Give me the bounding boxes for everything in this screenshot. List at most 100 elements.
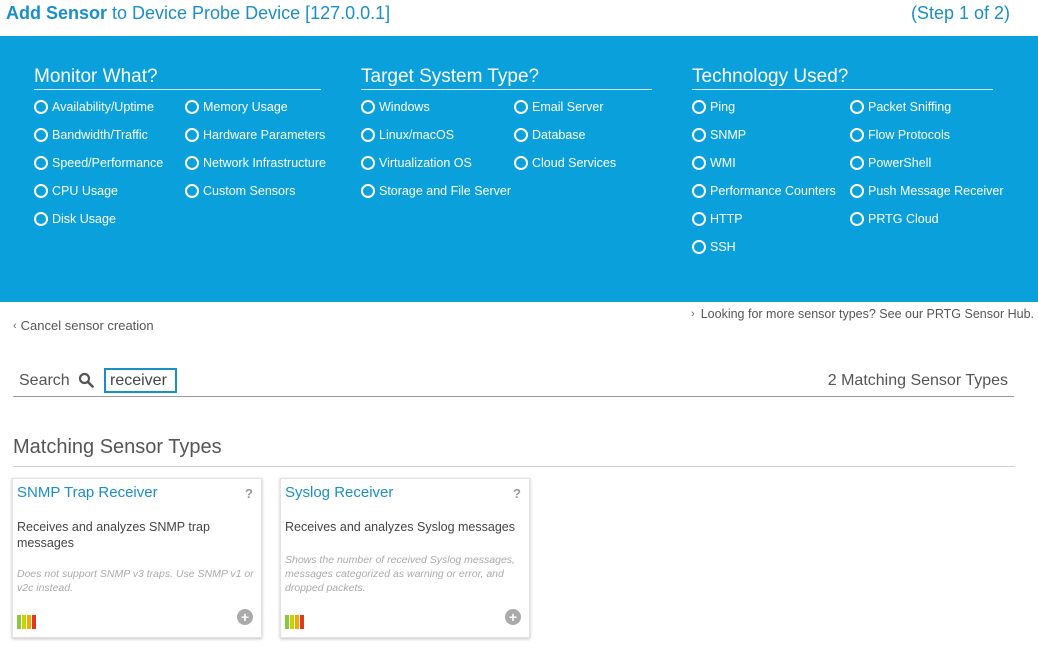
option-virtualization-os[interactable]: Virtualization OS: [361, 156, 472, 170]
option-snmp[interactable]: SNMP: [692, 128, 746, 142]
radio-icon: [361, 156, 375, 170]
radio-icon: [185, 100, 199, 114]
monitor-what-column: Monitor What?: [34, 66, 321, 90]
option-network-infrastructure[interactable]: Network Infrastructure: [185, 156, 326, 170]
radio-icon: [850, 128, 864, 142]
card-note: Does not support SNMP v3 traps. Use SNMP…: [17, 568, 254, 594]
add-sensor-icon[interactable]: +: [237, 609, 253, 625]
help-icon[interactable]: ?: [245, 486, 253, 501]
option-windows[interactable]: Windows: [361, 100, 430, 114]
option-performance-counters[interactable]: Performance Counters: [692, 184, 836, 198]
search-icon: [78, 372, 94, 388]
option-label: Bandwidth/Traffic: [52, 128, 148, 142]
option-ping[interactable]: Ping: [692, 100, 735, 114]
radio-icon: [692, 100, 706, 114]
page-header: Add Sensor to Device Probe Device [127.0…: [0, 0, 1038, 36]
option-label: Linux/macOS: [379, 128, 455, 142]
option-label: Virtualization OS: [379, 156, 472, 170]
radio-icon: [361, 184, 375, 198]
option-label: Flow Protocols: [868, 128, 950, 142]
card-description: Receives and analyzes Syslog messages: [285, 520, 515, 534]
option-speed-performance[interactable]: Speed/Performance: [34, 156, 163, 170]
page-title-bold: Add Sensor: [6, 3, 108, 23]
radio-icon: [692, 128, 706, 142]
radio-icon: [692, 240, 706, 254]
option-label: Cloud Services: [532, 156, 617, 170]
step-indicator: (Step 1 of 2): [910, 3, 1010, 23]
impact-bar: [22, 615, 26, 629]
radio-icon: [361, 128, 375, 142]
option-hardware-parameters[interactable]: Hardware Parameters: [185, 128, 325, 142]
radio-icon: [850, 212, 864, 226]
technology-title: Technology Used?: [692, 66, 993, 90]
option-bandwidth-traffic[interactable]: Bandwidth/Traffic: [34, 128, 148, 142]
option-cpu-usage[interactable]: CPU Usage: [34, 184, 118, 198]
option-label: Windows: [379, 100, 430, 114]
radio-icon: [692, 212, 706, 226]
option-storage-file-server[interactable]: Storage and File Server: [361, 184, 511, 198]
technology-column: Technology Used?: [692, 66, 993, 90]
option-flow-protocols[interactable]: Flow Protocols: [850, 128, 950, 142]
card-title[interactable]: Syslog Receiver: [285, 484, 393, 501]
radio-icon: [185, 184, 199, 198]
option-label: Email Server: [532, 100, 604, 114]
option-disk-usage[interactable]: Disk Usage: [34, 212, 116, 226]
option-label: WMI: [710, 156, 736, 170]
option-wmi[interactable]: WMI: [692, 156, 736, 170]
option-ssh[interactable]: SSH: [692, 240, 736, 254]
option-availability-uptime[interactable]: Availability/Uptime: [34, 100, 154, 114]
radio-icon: [34, 128, 48, 142]
option-cloud-services[interactable]: Cloud Services: [514, 156, 616, 170]
option-label: Storage and File Server: [379, 184, 512, 198]
option-linux-macos[interactable]: Linux/macOS: [361, 128, 454, 142]
option-custom-sensors[interactable]: Custom Sensors: [185, 184, 295, 198]
option-memory-usage[interactable]: Memory Usage: [185, 100, 288, 114]
performance-impact-bars: [285, 615, 304, 629]
match-count: 2 Matching Sensor Types: [827, 372, 1008, 389]
sensor-card-snmp-trap-receiver[interactable]: SNMP Trap Receiver ? Receives and analyz…: [12, 478, 262, 638]
impact-bar: [32, 615, 36, 629]
option-label: PRTG Cloud: [868, 212, 939, 226]
radio-icon: [34, 184, 48, 198]
page-title: Add Sensor to Device Probe Device [127.0…: [6, 3, 390, 24]
radio-icon: [692, 156, 706, 170]
radio-icon: [361, 100, 375, 114]
radio-icon: [514, 100, 528, 114]
sensor-hub-label: Looking for more sensor types? See our P…: [700, 307, 1034, 321]
radio-icon: [850, 100, 864, 114]
help-icon[interactable]: ?: [513, 486, 521, 501]
performance-impact-bars: [17, 615, 36, 629]
sensor-card-syslog-receiver[interactable]: Syslog Receiver ? Receives and analyzes …: [280, 478, 530, 638]
search-input[interactable]: [104, 368, 177, 393]
cancel-label: Cancel sensor creation: [20, 318, 154, 333]
option-label: Performance Counters: [710, 184, 836, 198]
radio-icon: [34, 212, 48, 226]
cancel-sensor-creation-link[interactable]: ‹ Cancel sensor creation: [13, 318, 154, 333]
radio-icon: [514, 128, 528, 142]
radio-icon: [185, 156, 199, 170]
radio-icon: [850, 156, 864, 170]
impact-bar: [295, 615, 299, 629]
impact-bar: [285, 615, 289, 629]
radio-icon: [34, 100, 48, 114]
filter-panel: Monitor What? Availability/Uptime Bandwi…: [0, 36, 1038, 302]
option-push-message-receiver[interactable]: Push Message Receiver: [850, 184, 1003, 198]
option-http[interactable]: HTTP: [692, 212, 743, 226]
option-prtg-cloud[interactable]: PRTG Cloud: [850, 212, 939, 226]
option-database[interactable]: Database: [514, 128, 586, 142]
monitor-what-title: Monitor What?: [34, 66, 321, 90]
option-email-server[interactable]: Email Server: [514, 100, 604, 114]
option-label: Disk Usage: [52, 212, 116, 226]
option-powershell[interactable]: PowerShell: [850, 156, 931, 170]
target-system-title: Target System Type?: [361, 66, 652, 90]
sensor-hub-link[interactable]: › Looking for more sensor types? See our…: [691, 307, 1034, 321]
radio-icon: [514, 156, 528, 170]
add-sensor-icon[interactable]: +: [505, 609, 521, 625]
card-title[interactable]: SNMP Trap Receiver: [17, 484, 158, 501]
option-packet-sniffing[interactable]: Packet Sniffing: [850, 100, 951, 114]
radio-icon: [34, 156, 48, 170]
section-title: Matching Sensor Types: [13, 436, 222, 458]
impact-bar: [300, 615, 304, 629]
target-system-column: Target System Type?: [361, 66, 652, 90]
option-label: Packet Sniffing: [868, 100, 952, 114]
